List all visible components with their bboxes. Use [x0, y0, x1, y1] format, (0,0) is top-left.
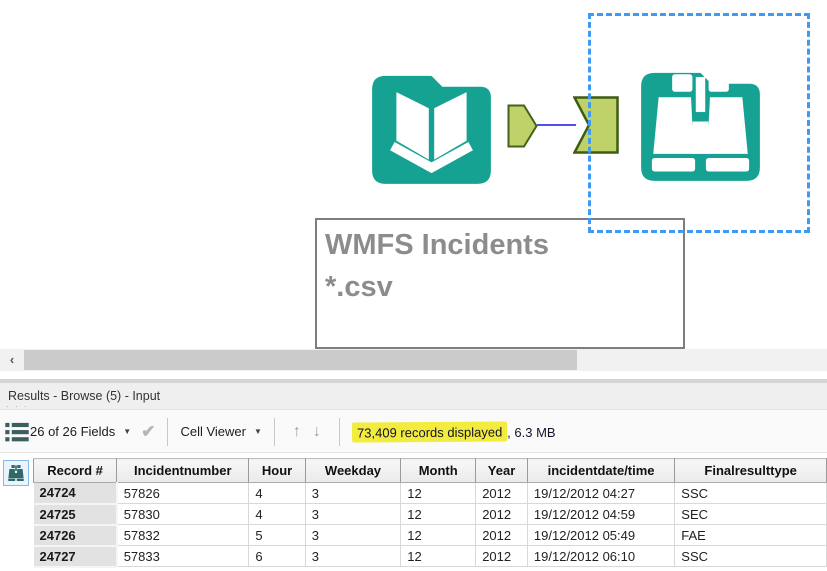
scroll-left-button[interactable]: ‹ — [0, 349, 24, 371]
column-header[interactable]: Month — [400, 458, 477, 483]
table-cell[interactable]: 3 — [305, 482, 402, 504]
column-header[interactable]: Year — [475, 458, 528, 483]
input-data-icon — [372, 75, 491, 184]
connection-line[interactable] — [537, 124, 576, 126]
table-row: 24727 57833 6 3 12 2012 19/12/2012 06:10 SSC — [33, 545, 827, 568]
table-row: 24726 57832 5 3 12 2012 19/12/2012 05:49 FAE — [33, 524, 827, 547]
column-header[interactable]: Hour — [248, 458, 306, 483]
table-cell[interactable]: SEC — [674, 503, 827, 525]
table-cell[interactable]: FAE — [674, 524, 827, 546]
table-cell[interactable]: 19/12/2012 06:10 — [527, 545, 676, 567]
table-cell[interactable]: 4 — [248, 503, 306, 525]
column-header[interactable]: Record # — [32, 458, 118, 483]
row-header-cell[interactable]: 24727 — [33, 545, 118, 568]
horizontal-scrollbar[interactable]: ‹ — [0, 349, 827, 371]
rail-drag-handle-icon[interactable]: ∙ ∙ ∙ — [6, 401, 29, 411]
records-table[interactable]: Record # Incidentnumber Hour Weekday Month Ye… — [32, 458, 827, 568]
table-cell[interactable]: 12 — [400, 545, 477, 567]
table-head: Record # Incidentnumber Hour Weekday Month Ye… — [32, 458, 827, 483]
annotation-line2: *.csv — [325, 271, 393, 304]
arrow-down-icon[interactable]: ↓ — [313, 423, 321, 441]
records-list-icon[interactable] — [4, 419, 30, 445]
table-cell[interactable]: SSC — [674, 545, 827, 567]
toolbar-separator — [338, 417, 340, 446]
column-header[interactable]: Weekday — [305, 458, 402, 483]
table-cell[interactable]: 57830 — [116, 503, 250, 525]
table-cell[interactable]: 3 — [305, 524, 402, 546]
row-header-cell[interactable]: 24724 — [33, 482, 118, 505]
records-size-text: , 6.3 MB — [507, 424, 556, 440]
column-header[interactable]: incidentdate/time — [527, 458, 676, 483]
table-body: 24724 57826 4 3 12 2012 19/12/2012 04:27 SSC 247… — [33, 482, 827, 568]
table-cell[interactable]: 19/12/2012 05:49 — [527, 524, 676, 546]
table-cell[interactable]: 2012 — [475, 503, 528, 525]
results-toolbar: 26 of 26 Fields ▼ ✔ Cell Viewer ▼ ↑ ↓ 73… — [0, 410, 827, 453]
cell-viewer-dropdown[interactable]: Cell Viewer — [180, 424, 246, 439]
toolbar-separator — [273, 417, 275, 446]
table-cell[interactable]: 5 — [248, 524, 306, 546]
table-row: 24724 57826 4 3 12 2012 19/12/2012 04:27 SSC — [33, 482, 827, 505]
arrow-up-icon[interactable]: ↑ — [293, 423, 301, 441]
table-cell[interactable]: 19/12/2012 04:27 — [527, 482, 676, 504]
table-cell[interactable]: 4 — [248, 482, 306, 504]
fields-dropdown[interactable]: 26 of 26 Fields — [30, 424, 115, 439]
table-cell[interactable]: 57826 — [116, 482, 250, 504]
header-row: Record # Incidentnumber Hour Weekday Month Ye… — [32, 458, 827, 483]
table-cell[interactable]: 3 — [305, 503, 402, 525]
table-cell[interactable]: 3 — [305, 545, 402, 567]
table-cell[interactable]: 12 — [400, 482, 477, 504]
row-header-cell[interactable]: 24726 — [33, 524, 118, 547]
annotation-box[interactable]: WMFS Incidents *.csv — [315, 218, 685, 349]
table-cell[interactable]: 57833 — [116, 545, 250, 567]
table-cell[interactable]: SSC — [674, 482, 827, 504]
table-cell[interactable]: 12 — [400, 503, 477, 525]
tool-selection-rect — [588, 13, 810, 233]
scrollbar-thumb[interactable] — [24, 350, 577, 370]
table-cell[interactable]: 12 — [400, 524, 477, 546]
table-cell[interactable]: 2012 — [475, 524, 528, 546]
column-header[interactable]: Incidentnumber — [116, 458, 250, 483]
table-row: 24725 57830 4 3 12 2012 19/12/2012 04:59 SEC — [33, 503, 827, 526]
input-data-tool[interactable] — [363, 57, 500, 197]
browse-mini-binoculars-icon[interactable] — [3, 460, 29, 486]
row-header-cell[interactable]: 24725 — [33, 503, 118, 526]
column-header[interactable]: Finalresulttype — [674, 458, 827, 483]
chevron-down-icon[interactable]: ▼ — [254, 427, 262, 436]
workflow-canvas[interactable]: WMFS Incidents *.csv — [0, 0, 827, 349]
table-cell[interactable]: 57832 — [116, 524, 250, 546]
table-cell[interactable]: 6 — [248, 545, 306, 567]
output-anchor-icon[interactable] — [507, 104, 538, 148]
chevron-down-icon[interactable]: ▼ — [123, 427, 131, 436]
toolbar-separator — [167, 417, 169, 446]
results-pane-title: Results - Browse (5) - Input — [0, 383, 827, 410]
apply-check-icon[interactable]: ✔ — [141, 422, 155, 442]
table-cell[interactable]: 19/12/2012 04:59 — [527, 503, 676, 525]
table-cell[interactable]: 2012 — [475, 482, 528, 504]
records-count-highlight: 73,409 records displayed — [351, 420, 508, 443]
table-cell[interactable]: 2012 — [475, 545, 528, 567]
